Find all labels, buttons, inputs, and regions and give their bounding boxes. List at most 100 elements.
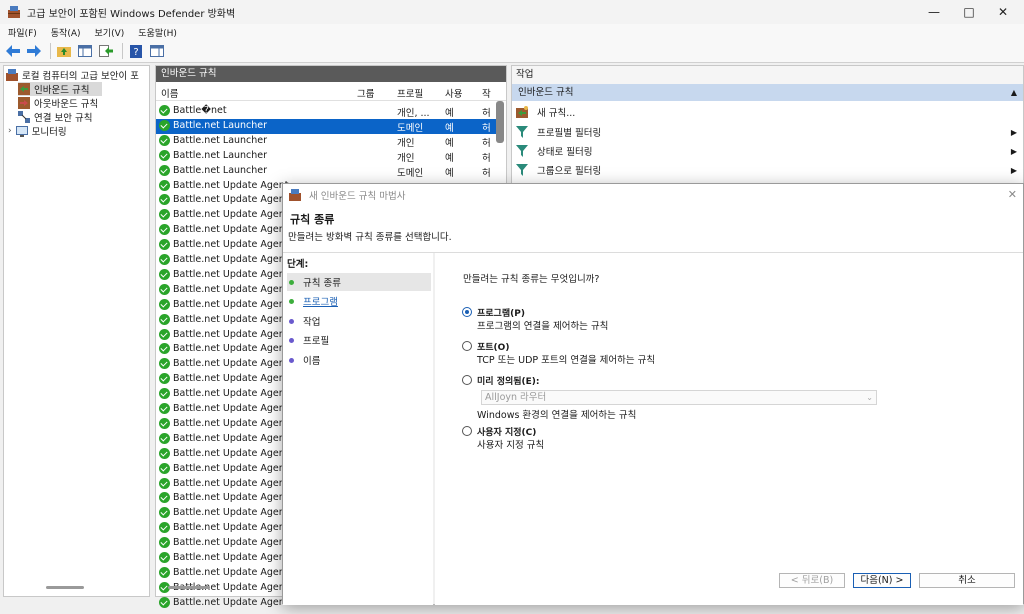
table-row[interactable]: Battle.net Launcher 개인 예 허 bbox=[156, 149, 496, 164]
predefined-radio[interactable] bbox=[462, 375, 472, 385]
table-row[interactable]: Battle.net Launcher 개인 예 허 bbox=[156, 134, 496, 149]
enabled-check-icon bbox=[159, 179, 170, 191]
export-list-icon[interactable] bbox=[97, 42, 115, 60]
column-profile[interactable]: 프로필 bbox=[397, 86, 423, 100]
option-label: 미리 정의됨(E): bbox=[477, 377, 540, 387]
enabled-check-icon bbox=[159, 105, 170, 116]
rule-profile: 개인, ... bbox=[397, 108, 430, 119]
program-radio[interactable] bbox=[462, 307, 472, 317]
back-arrow-icon[interactable] bbox=[4, 42, 22, 60]
rule-name: Battle.net Update Agent bbox=[173, 403, 289, 414]
action-label: 그룹으로 필터링 bbox=[537, 166, 602, 177]
back-button[interactable]: < 뒤로(B) bbox=[779, 573, 845, 588]
rule-name: Battle.net Launcher bbox=[173, 134, 268, 146]
wizard-close-icon[interactable]: ✕ bbox=[1008, 188, 1017, 201]
rule-name: Battle.net Update Agent bbox=[173, 596, 289, 608]
tree-horizontal-scrollbar[interactable] bbox=[46, 586, 84, 589]
rule-enabled: 예 bbox=[445, 108, 454, 119]
menu-view[interactable]: 보기(V) bbox=[95, 26, 125, 39]
enabled-check-icon bbox=[159, 149, 170, 161]
enabled-check-icon bbox=[159, 507, 170, 519]
step-label: 이름 bbox=[303, 356, 321, 367]
step-label: 프로필 bbox=[303, 336, 330, 347]
firewall-app-icon bbox=[8, 6, 20, 18]
menu-action[interactable]: 동작(A) bbox=[51, 26, 81, 39]
show-hide-action-pane-icon[interactable] bbox=[148, 42, 166, 60]
table-row[interactable]: Battle.net Launcher 도메인 예 허 bbox=[156, 164, 496, 179]
tree-item-connection-security-rules[interactable]: 연결 보안 규칙 bbox=[18, 110, 92, 124]
close-button[interactable]: ✕ bbox=[986, 0, 1020, 24]
rule-name: Battle.net Update Agent bbox=[173, 179, 289, 191]
monitoring-icon bbox=[15, 126, 28, 137]
actions-section-inbound-rules[interactable]: 인바운드 규칙 ▲ bbox=[512, 84, 1023, 101]
cancel-button[interactable]: 취소 bbox=[919, 573, 1015, 588]
rule-name: Battle.net Update Agent bbox=[173, 224, 289, 236]
enabled-check-icon bbox=[159, 432, 170, 444]
option-description: 사용자 지정 규칙 bbox=[477, 440, 545, 451]
table-row[interactable]: Battle.net Launcher 도메인 예 허 bbox=[156, 118, 496, 134]
action-filter-by-state[interactable]: 상태로 필터링 ▶ bbox=[516, 142, 1021, 160]
show-hide-tree-icon[interactable] bbox=[76, 42, 94, 60]
forward-arrow-icon[interactable] bbox=[25, 42, 43, 60]
rule-name: Battle.net Launcher bbox=[173, 149, 268, 161]
column-group[interactable]: 그룹 bbox=[357, 86, 374, 100]
actions-pane: 작업 인바운드 규칙 ▲ 새 규칙... 프로필별 필터링 ▶ 상태로 필터링 … bbox=[511, 65, 1024, 185]
rule-name: Battle.net Update Agent bbox=[173, 492, 289, 504]
rule-action: 허 bbox=[482, 152, 491, 164]
custom-radio[interactable] bbox=[462, 426, 472, 436]
list-vertical-scrollbar[interactable] bbox=[496, 101, 504, 143]
rule-name: Battle.net Update Agent bbox=[173, 268, 289, 280]
wizard-title: 새 인바운드 규칙 마법사 bbox=[309, 191, 406, 202]
minimize-button[interactable]: — bbox=[917, 0, 951, 24]
step-program[interactable]: 프로그램 bbox=[287, 292, 431, 310]
chevron-down-icon: ⌄ bbox=[866, 393, 873, 402]
expand-chevron-icon[interactable]: › bbox=[8, 126, 12, 136]
rule-name: Battle.net Update Agent bbox=[173, 313, 289, 325]
menu-help[interactable]: 도움말(H) bbox=[138, 26, 177, 39]
enabled-check-icon bbox=[159, 537, 170, 549]
tree-item-monitoring[interactable]: › 모니터링 bbox=[8, 124, 67, 138]
wizard-body: 단계: 규칙 종류 프로그램 작업 프로필 이름 만들려는 규칙 종류는 무엇입… bbox=[283, 252, 1023, 605]
up-folder-icon[interactable] bbox=[55, 42, 73, 60]
list-horizontal-scrollbar[interactable] bbox=[168, 586, 210, 589]
port-radio[interactable] bbox=[462, 341, 472, 351]
enabled-check-icon bbox=[159, 283, 170, 295]
help-icon[interactable]: ? bbox=[127, 42, 145, 60]
collapse-arrow-icon[interactable]: ▲ bbox=[1011, 84, 1017, 101]
menu-file[interactable]: 파일(F) bbox=[8, 26, 37, 39]
action-new-rule[interactable]: 새 규칙... bbox=[516, 103, 1021, 121]
action-filter-by-profile[interactable]: 프로필별 필터링 ▶ bbox=[516, 123, 1021, 141]
step-profile[interactable]: 프로필 bbox=[287, 331, 431, 349]
step-name[interactable]: 이름 bbox=[287, 351, 431, 369]
predefined-rule-select[interactable]: AllJoyn 라우터 ⌄ bbox=[481, 390, 877, 405]
enabled-check-icon bbox=[159, 254, 170, 265]
step-dot-icon bbox=[289, 298, 294, 304]
tree-item-inbound-rules[interactable]: 인바운드 규칙 bbox=[18, 82, 102, 96]
tree-item-outbound-rules[interactable]: 아웃바운드 규칙 bbox=[18, 96, 98, 110]
step-rule-type[interactable]: 규칙 종류 bbox=[287, 273, 431, 291]
rule-name: Battle.net Update Agent bbox=[173, 447, 289, 459]
rule-name: Battle.net Update Agent bbox=[173, 209, 289, 221]
table-row[interactable]: Battle�net 개인, ... 예 허 bbox=[156, 104, 496, 119]
action-filter-by-group[interactable]: 그룹으로 필터링 ▶ bbox=[516, 161, 1021, 179]
tree-item-label: 인바운드 규칙 bbox=[34, 85, 90, 96]
column-action[interactable]: 작 bbox=[482, 86, 491, 100]
submenu-arrow-icon: ▶ bbox=[1010, 146, 1017, 156]
rule-name: Battle.net Launcher bbox=[173, 119, 268, 131]
step-action[interactable]: 작업 bbox=[287, 312, 431, 330]
toolbar: ? bbox=[0, 40, 1024, 63]
next-button[interactable]: 다음(N) > bbox=[853, 573, 911, 588]
tree-root-label: 로컬 컴퓨터의 고급 보안이 포 bbox=[22, 71, 139, 82]
rule-type-question: 만들려는 규칙 종류는 무엇입니까? bbox=[463, 274, 600, 285]
step-label: 프로그램 bbox=[303, 297, 338, 308]
filter-icon bbox=[516, 126, 528, 138]
maximize-button[interactable]: □ bbox=[952, 0, 986, 24]
column-enabled[interactable]: 사용 bbox=[445, 86, 462, 100]
enabled-check-icon bbox=[159, 328, 170, 340]
step-current-dot-icon bbox=[289, 279, 294, 285]
submenu-arrow-icon: ▶ bbox=[1010, 165, 1017, 175]
rule-name: Battle.net Update Agent bbox=[173, 417, 289, 429]
column-name[interactable]: 이름 bbox=[161, 86, 178, 100]
tree-root[interactable]: 로컬 컴퓨터의 고급 보안이 포 bbox=[6, 68, 139, 82]
step-label: 규칙 종류 bbox=[303, 278, 341, 289]
